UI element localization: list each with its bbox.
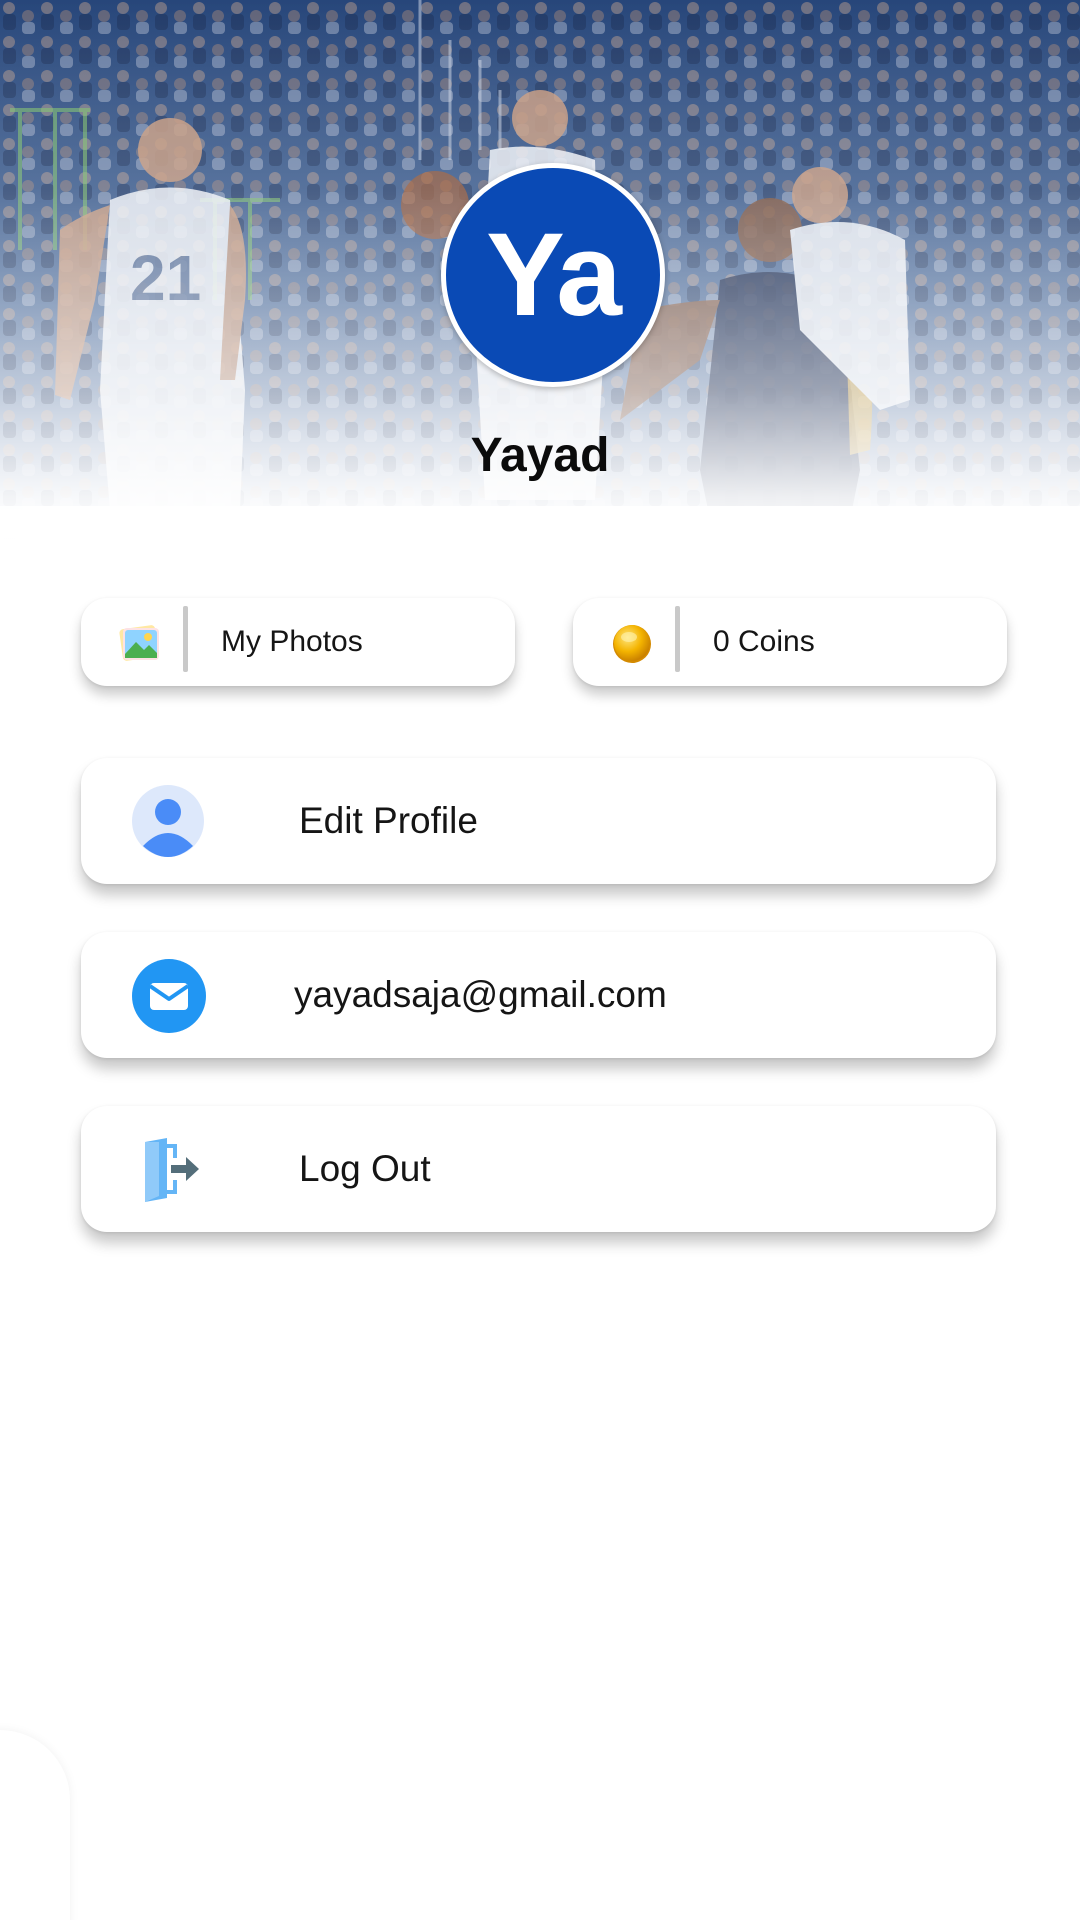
email-row[interactable]: yayadsaja@gmail.com bbox=[81, 932, 996, 1058]
user-icon bbox=[131, 784, 205, 858]
profile-screen: 21 Ya Y bbox=[0, 0, 1080, 1920]
edit-profile-label: Edit Profile bbox=[299, 800, 478, 841]
my-photos-label: My Photos bbox=[221, 625, 363, 658]
avatar[interactable]: Ya bbox=[441, 163, 665, 387]
user-name: Yayad bbox=[470, 429, 610, 482]
email-label: yayadsaja@gmail.com bbox=[294, 974, 667, 1015]
avatar-initials: Ya bbox=[486, 209, 622, 341]
logout-door-icon bbox=[131, 1132, 205, 1206]
my-photos-button[interactable]: My Photos bbox=[81, 598, 515, 686]
mail-icon bbox=[131, 958, 206, 1033]
image-gallery-icon bbox=[117, 620, 163, 666]
edit-profile-button[interactable]: Edit Profile bbox=[81, 758, 996, 884]
coins-button[interactable]: 0 Coins bbox=[573, 598, 1007, 686]
logout-button[interactable]: Log Out bbox=[81, 1106, 996, 1232]
logout-label: Log Out bbox=[299, 1148, 431, 1189]
stat-divider bbox=[675, 606, 680, 672]
sheet-edge bbox=[0, 506, 24, 538]
stat-divider bbox=[183, 606, 188, 672]
coins-label: 0 Coins bbox=[713, 625, 815, 658]
gold-coin-icon bbox=[609, 620, 655, 666]
